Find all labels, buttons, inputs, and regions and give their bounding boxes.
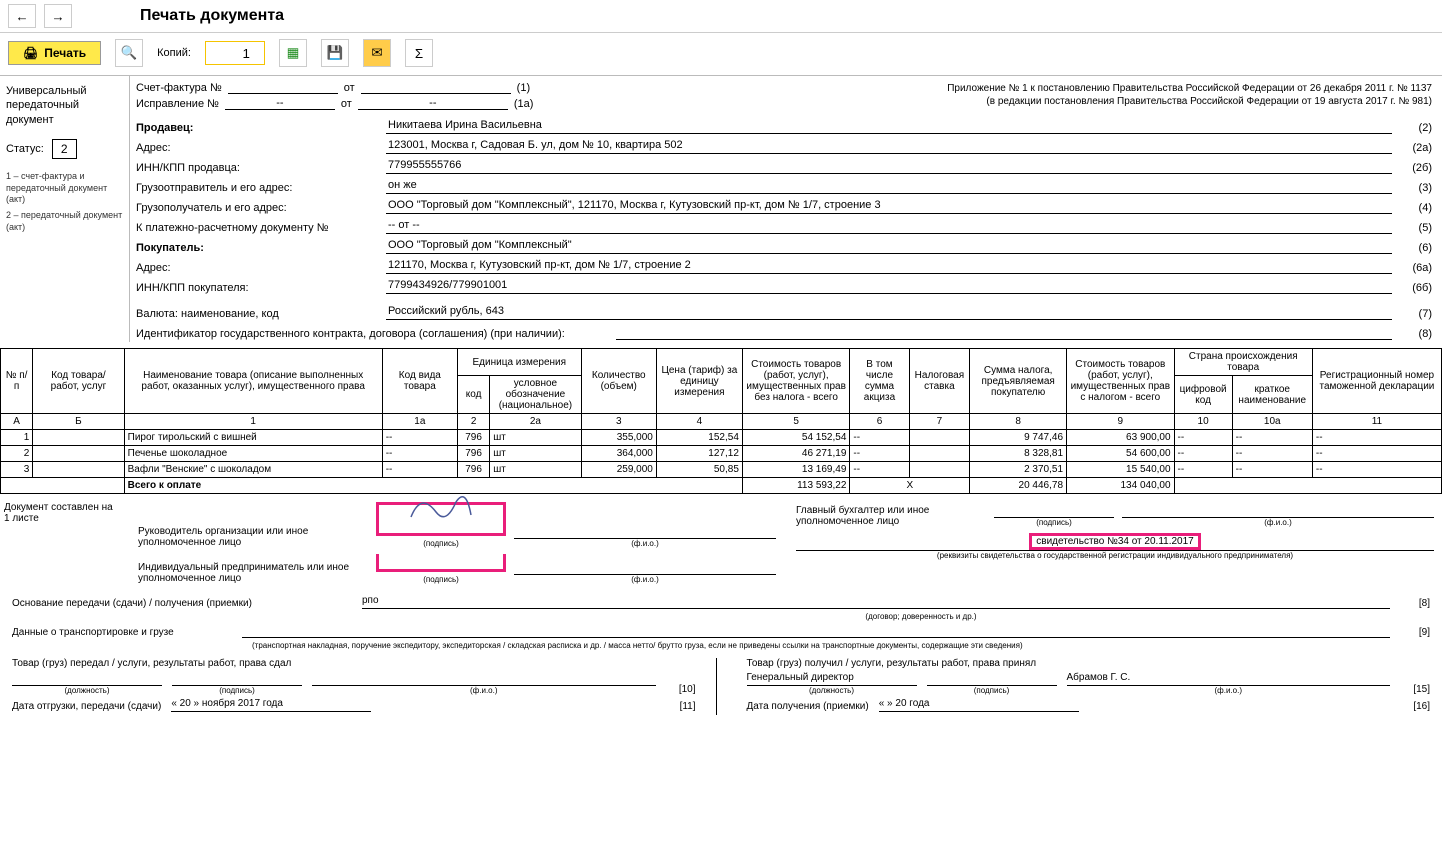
spreadsheet-button[interactable]: ▦ <box>279 39 307 67</box>
signature-block: Документ составлен на 1 листе Руководите… <box>0 498 1442 590</box>
save-button[interactable]: 💾 <box>321 39 349 67</box>
field-row: Идентификатор государственного контракта… <box>136 322 1432 340</box>
invoice-number-row: Счет-фактура № от (1) <box>136 82 856 94</box>
signature-icon <box>401 487 481 527</box>
page-title: Печать документа <box>140 7 284 25</box>
sidebar: Универсальный передаточный документ Стат… <box>0 76 130 342</box>
back-button[interactable]: ← <box>8 4 36 28</box>
forward-button[interactable]: → <box>44 4 72 28</box>
field-row: Продавец:Никитаева Ирина Васильевна(2) <box>136 116 1432 134</box>
legend1: 1 – счет-фактура и передаточный документ… <box>6 171 123 206</box>
items-table-wrap: № п/п Код товара/ работ, услуг Наименова… <box>0 348 1442 494</box>
field-row: Грузоотправитель и его адрес:он же(3) <box>136 176 1432 194</box>
sum-button[interactable]: Σ <box>405 39 433 67</box>
action-toolbar: 🖨Печать 🔍 Копий: ▦ 💾 ✉ Σ <box>0 33 1442 75</box>
copies-input[interactable] <box>205 41 265 65</box>
copies-label: Копий: <box>157 47 191 59</box>
field-row: ИНН/КПП покупателя:7799434926/779901001(… <box>136 276 1432 294</box>
table-row: 3Вафли "Венские" с шоколадом--796шт259,0… <box>1 462 1442 478</box>
legend2: 2 – передаточный документ (акт) <box>6 210 123 233</box>
field-row: Покупатель:ООО "Торговый дом "Комплексны… <box>136 236 1432 254</box>
sheets-info: Документ составлен на 1 листе <box>0 498 130 590</box>
printer-icon: 🖨 <box>23 46 38 60</box>
items-table: № п/п Код товара/ работ, услуг Наименова… <box>0 348 1442 494</box>
correction-row: Исправление № -- от -- (1а) <box>136 97 856 110</box>
field-row: Адрес:121170, Москва г, Кутузовский пр-к… <box>136 256 1432 274</box>
doc-type: Универсальный передаточный документ <box>6 84 123 127</box>
main-area: Счет-фактура № от (1) Исправление № -- о… <box>130 76 1442 342</box>
email-button[interactable]: ✉ <box>363 39 391 67</box>
field-row: Валюта: наименование, кодРоссийский рубл… <box>136 302 1432 320</box>
field-row: Адрес:123001, Москва г, Садовая Б. ул, д… <box>136 136 1432 154</box>
status-row: Статус: 2 <box>6 139 123 159</box>
preview-button[interactable]: 🔍 <box>115 39 143 67</box>
print-button[interactable]: 🖨Печать <box>8 41 101 65</box>
table-row: 2Печенье шоколадное--796шт364,000127,124… <box>1 446 1442 462</box>
certificate-highlight: свидетельство №34 от 20.11.2017 <box>1029 533 1200 550</box>
appendix-note: Приложение № 1 к постановлению Правитель… <box>856 82 1432 110</box>
field-row: Грузополучатель и его адрес:ООО "Торговы… <box>136 196 1432 214</box>
field-row: К платежно-расчетному документу №-- от -… <box>136 216 1432 234</box>
status-value: 2 <box>52 139 77 159</box>
content-area: Универсальный передаточный документ Стат… <box>0 75 1442 342</box>
field-row: ИНН/КПП продавца:779955555766(2б) <box>136 156 1432 174</box>
table-row: 1Пирог тирольский с вишней--796шт355,000… <box>1 430 1442 446</box>
footer-section: Основание передачи (сдачи) / получения (… <box>0 590 1442 717</box>
total-row: Всего к оплате 113 593,22 Х 20 446,78 13… <box>1 478 1442 494</box>
top-toolbar: ← → Печать документа <box>0 0 1442 33</box>
